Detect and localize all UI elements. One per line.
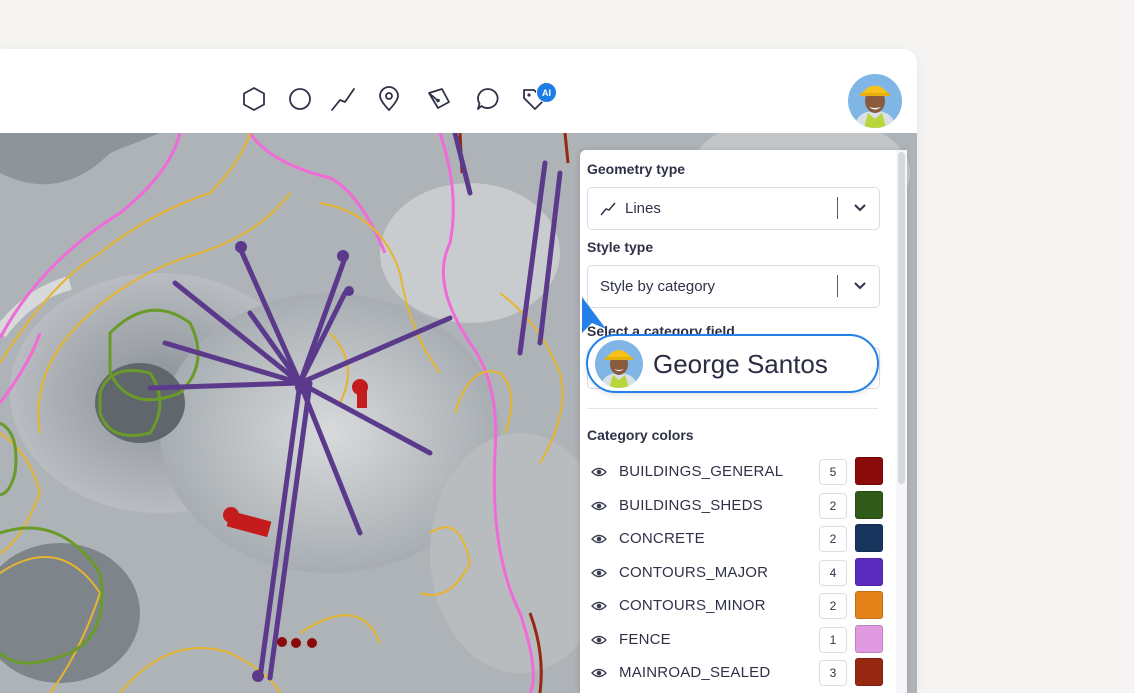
category-name: FENCE	[619, 630, 671, 648]
category-color-swatch[interactable]	[855, 557, 883, 586]
category-name: CONTOURS_MAJOR	[619, 563, 769, 581]
ai-tag-tool-button[interactable]: AI	[520, 82, 557, 113]
eye-icon[interactable]	[591, 499, 607, 513]
category-name: CONTOURS_MINOR	[619, 597, 766, 614]
circle-tool-button[interactable]	[286, 85, 314, 113]
collaborator-name: George Santos	[653, 349, 828, 379]
toolbar: AI	[0, 49, 917, 134]
polygon-icon	[243, 87, 265, 111]
line-tool-button[interactable]	[329, 85, 357, 113]
comment-tool-button[interactable]	[474, 85, 502, 113]
pen-tool-button[interactable]	[425, 85, 453, 113]
marker-icon	[379, 86, 399, 112]
eye-icon[interactable]	[591, 566, 607, 580]
geometry-type-value: Lines	[625, 200, 661, 217]
panel-scrollbar[interactable]	[896, 150, 907, 693]
category-row: CONTOURS_MINOR 2	[587, 591, 887, 625]
marker-tool-button[interactable]	[375, 85, 403, 113]
category-name: BUILDINGS_SHEDS	[619, 496, 763, 514]
category-count: 3	[819, 660, 847, 686]
category-count: 5	[819, 459, 847, 485]
category-color-swatch[interactable]	[855, 457, 883, 485]
line-icon	[600, 202, 616, 216]
line-icon	[331, 88, 355, 111]
style-type-select[interactable]: Style by category	[587, 265, 880, 308]
category-color-swatch[interactable]	[855, 624, 883, 653]
geometry-type-select[interactable]: Lines	[587, 187, 880, 230]
collaborator-avatar	[595, 340, 643, 388]
category-count: 2	[819, 593, 847, 619]
comment-icon	[477, 88, 499, 110]
category-row: FENCE 1	[587, 624, 887, 659]
collaborator-cursor-icon	[582, 297, 606, 333]
eye-icon[interactable]	[591, 465, 607, 479]
category-row: CONTOURS_MAJOR 4	[587, 557, 887, 592]
scrollbar-thumb[interactable]	[898, 152, 905, 484]
category-row: MAINROAD_SEALED 3	[587, 658, 887, 692]
eye-icon[interactable]	[591, 666, 607, 680]
category-row: BUILDINGS_SHEDS 2	[587, 490, 887, 525]
category-count: 2	[819, 492, 847, 519]
category-color-swatch[interactable]	[855, 490, 883, 519]
select-separator	[837, 197, 838, 219]
eye-icon[interactable]	[591, 633, 607, 647]
category-count: 2	[819, 526, 847, 552]
category-row: CONCRETE 2	[587, 524, 887, 558]
eye-icon[interactable]	[591, 532, 607, 546]
user-avatar-image	[848, 74, 902, 128]
category-colors-label: Category colors	[587, 427, 694, 443]
category-color-swatch[interactable]	[855, 524, 883, 552]
circle-icon	[289, 88, 311, 110]
chevron-down-icon	[854, 204, 866, 212]
panel-divider	[587, 408, 878, 409]
ai-badge: AI	[536, 82, 557, 103]
polygon-tool-button[interactable]	[240, 85, 268, 113]
user-avatar[interactable]	[848, 74, 902, 128]
category-color-swatch[interactable]	[855, 658, 883, 686]
style-type-value: Style by category	[600, 278, 716, 295]
select-separator	[837, 275, 838, 297]
chevron-down-icon	[854, 282, 866, 290]
style-type-label: Style type	[587, 239, 654, 255]
collaborator-tag: George Santos	[586, 334, 879, 393]
category-name: MAINROAD_SEALED	[619, 664, 771, 681]
category-color-swatch[interactable]	[855, 591, 883, 619]
category-name: BUILDINGS_GENERAL	[619, 463, 784, 480]
category-count: 1	[819, 626, 847, 653]
pen-icon	[428, 88, 450, 109]
category-name: CONCRETE	[619, 530, 705, 547]
collaborator-avatar-image	[595, 340, 643, 388]
geometry-type-label: Geometry type	[587, 161, 686, 177]
eye-icon[interactable]	[591, 599, 607, 613]
category-row: BUILDINGS_GENERAL 5	[587, 457, 887, 491]
category-count: 4	[819, 559, 847, 586]
style-panel: Geometry type Lines Style type Style by …	[580, 150, 907, 693]
